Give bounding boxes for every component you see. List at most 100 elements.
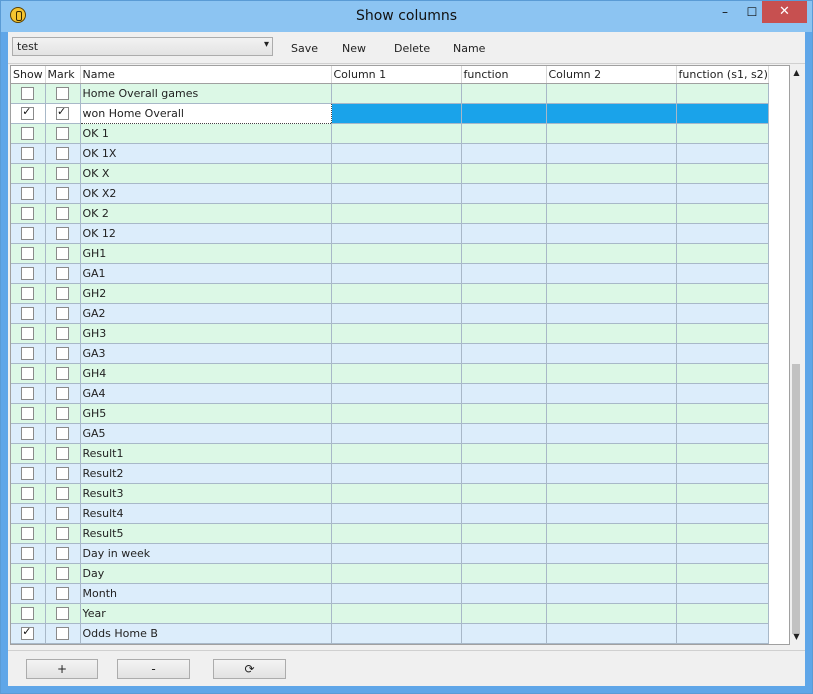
show-checkbox[interactable] — [21, 87, 35, 101]
mark-cell[interactable] — [45, 323, 81, 344]
function-s1-s2-cell[interactable] — [676, 543, 769, 564]
mark-cell[interactable] — [45, 603, 81, 624]
show-checkbox[interactable] — [21, 267, 35, 281]
mark-cell[interactable] — [45, 303, 81, 324]
function-cell[interactable] — [461, 363, 547, 384]
function-s1-s2-cell[interactable] — [676, 243, 769, 264]
function-cell[interactable] — [461, 323, 547, 344]
column2-cell[interactable] — [546, 303, 677, 324]
function-s1-s2-cell[interactable] — [676, 583, 769, 604]
column1-cell[interactable] — [331, 583, 462, 604]
mark-checkbox[interactable] — [56, 87, 69, 101]
show-cell[interactable] — [11, 623, 46, 644]
show-cell[interactable] — [11, 603, 46, 624]
column2-cell[interactable] — [546, 503, 677, 524]
mark-cell[interactable] — [45, 543, 81, 564]
show-checkbox[interactable] — [21, 105, 35, 121]
function-s1-s2-cell[interactable] — [676, 283, 769, 304]
show-cell[interactable] — [11, 243, 46, 264]
column1-cell[interactable] — [331, 363, 462, 384]
table-row[interactable]: OK 1 — [11, 123, 769, 144]
column2-cell[interactable] — [546, 603, 677, 624]
mark-checkbox[interactable] — [56, 547, 69, 561]
title-bar[interactable]: Show columns – ☐ ✕ — [1, 1, 812, 32]
column2-cell[interactable] — [546, 283, 677, 304]
show-cell[interactable] — [11, 203, 46, 224]
column2-cell[interactable] — [546, 163, 677, 184]
function-cell[interactable] — [461, 583, 547, 604]
show-checkbox[interactable] — [21, 507, 35, 521]
show-cell[interactable] — [11, 403, 46, 424]
mark-cell[interactable] — [45, 363, 81, 384]
show-checkbox[interactable] — [21, 407, 35, 421]
mark-checkbox[interactable] — [56, 567, 69, 581]
table-row[interactable]: GH2 — [11, 283, 769, 304]
column1-cell[interactable] — [331, 603, 462, 624]
mark-cell[interactable] — [45, 83, 81, 104]
mark-cell[interactable] — [45, 423, 81, 444]
mark-cell[interactable] — [45, 563, 81, 584]
column1-cell[interactable] — [331, 523, 462, 544]
mark-cell[interactable] — [45, 123, 81, 144]
mark-cell[interactable] — [45, 503, 81, 524]
function-cell[interactable] — [461, 563, 547, 584]
show-checkbox[interactable] — [21, 327, 35, 341]
mark-cell[interactable] — [45, 243, 81, 264]
column2-cell[interactable] — [546, 563, 677, 584]
close-button[interactable]: ✕ — [762, 1, 807, 23]
function-s1-s2-cell[interactable] — [676, 423, 769, 444]
mark-checkbox[interactable] — [56, 105, 69, 121]
name-cell[interactable]: GH3 — [80, 323, 332, 344]
column1-cell[interactable] — [331, 403, 462, 424]
column2-cell[interactable] — [546, 383, 677, 404]
name-cell[interactable]: Result2 — [80, 463, 332, 484]
refresh-button[interactable]: ⟳ — [213, 659, 286, 679]
table-row[interactable]: GA5 — [11, 423, 769, 444]
name-cell[interactable]: Year — [80, 603, 332, 624]
mark-checkbox[interactable] — [56, 427, 69, 441]
show-checkbox[interactable] — [21, 427, 35, 441]
function-s1-s2-cell[interactable] — [676, 83, 769, 104]
column-header-column2[interactable]: Column 2 — [546, 66, 677, 84]
name-cell[interactable]: GH4 — [80, 363, 332, 384]
show-checkbox[interactable] — [21, 207, 35, 221]
show-cell[interactable] — [11, 343, 46, 364]
table-row[interactable]: Result2 — [11, 463, 769, 484]
show-checkbox[interactable] — [21, 467, 35, 481]
function-cell[interactable] — [461, 183, 547, 204]
function-s1-s2-cell[interactable] — [676, 163, 769, 184]
mark-cell[interactable] — [45, 623, 81, 644]
name-cell[interactable]: GA2 — [80, 303, 332, 324]
mark-cell[interactable] — [45, 583, 81, 604]
delete-button[interactable]: Delete — [394, 42, 430, 55]
name-cell[interactable]: Day in week — [80, 543, 332, 564]
function-s1-s2-cell[interactable] — [676, 523, 769, 544]
column2-cell[interactable] — [546, 123, 677, 144]
show-cell[interactable] — [11, 163, 46, 184]
mark-cell[interactable] — [45, 143, 81, 164]
mark-cell[interactable] — [45, 483, 81, 504]
column1-cell[interactable] — [331, 223, 462, 244]
name-cell[interactable]: GA3 — [80, 343, 332, 364]
function-s1-s2-cell[interactable] — [676, 503, 769, 524]
remove-button[interactable]: - — [117, 659, 190, 679]
column1-cell[interactable] — [331, 463, 462, 484]
function-cell[interactable] — [461, 263, 547, 284]
column1-cell[interactable] — [331, 163, 462, 184]
column1-cell[interactable] — [331, 343, 462, 364]
scroll-down-icon[interactable]: ▼ — [790, 631, 803, 643]
column2-cell[interactable] — [546, 323, 677, 344]
function-s1-s2-cell[interactable] — [676, 183, 769, 204]
scrollbar-thumb[interactable] — [792, 364, 800, 634]
function-s1-s2-cell[interactable] — [676, 343, 769, 364]
mark-checkbox[interactable] — [56, 607, 69, 621]
column2-cell[interactable] — [546, 83, 677, 104]
name-cell[interactable]: Result5 — [80, 523, 332, 544]
show-checkbox[interactable] — [21, 127, 35, 141]
column2-cell[interactable] — [546, 243, 677, 264]
name-cell[interactable]: OK X2 — [80, 183, 332, 204]
table-row[interactable]: Year — [11, 603, 769, 624]
function-s1-s2-cell[interactable] — [676, 463, 769, 484]
show-cell[interactable] — [11, 123, 46, 144]
function-cell[interactable] — [461, 483, 547, 504]
